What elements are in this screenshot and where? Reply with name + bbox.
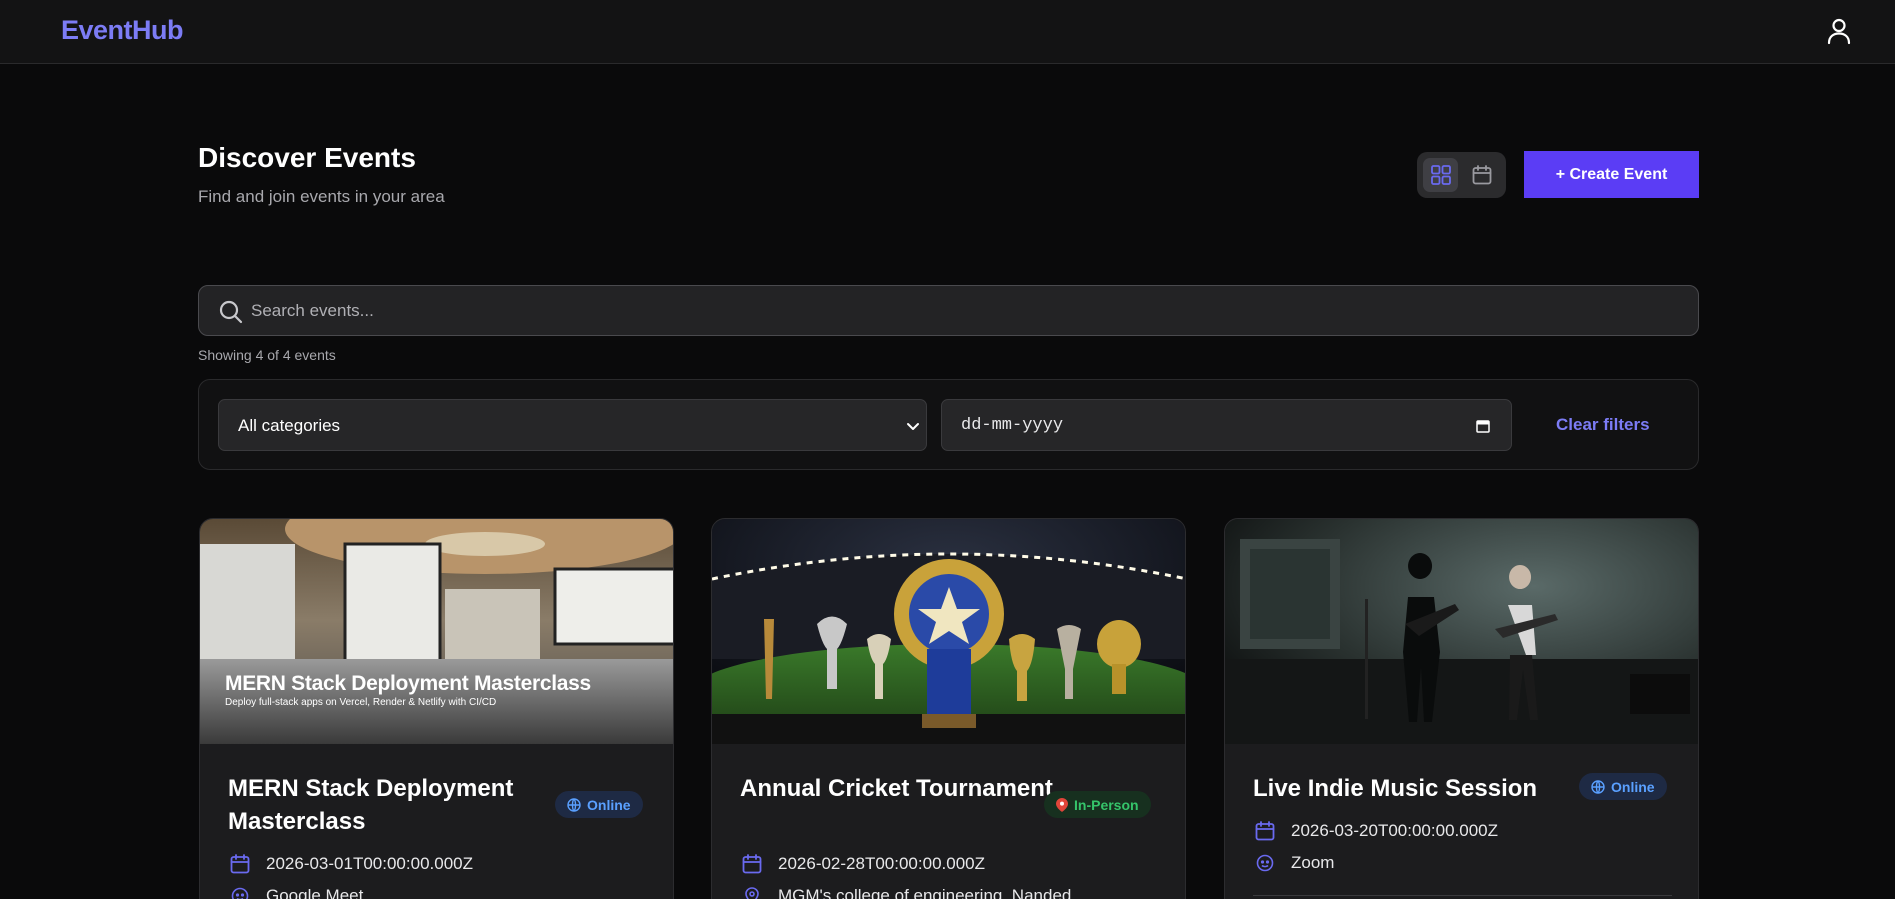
meet-icon [228,884,252,899]
calendar-icon[interactable] [1475,418,1491,434]
view-toggle [1417,152,1506,198]
event-location-row: Zoom [1253,851,1334,875]
date-input-value: dd-mm-yyyy [961,416,1064,435]
clear-filters-link[interactable]: Clear filters [1556,415,1650,435]
page-title: Discover Events [198,142,416,173]
event-date-row: 2026-02-28T00:00:00.000Z [740,852,985,876]
event-date-row: 2026-03-20T00:00:00.000Z [1253,819,1498,843]
globe-icon [567,797,581,812]
event-image-subtitle: Deploy full-stack apps on Vercel, Render… [225,697,497,708]
event-image-title: MERN Stack Deployment Masterclass [225,672,591,695]
event-image: MERN Stack Deployment Masterclass Deploy… [200,519,673,744]
event-type-badge: Online [555,791,643,818]
event-type-badge: In-Person [1044,791,1151,818]
event-date-row: 2026-03-01T00:00:00.000Z [228,852,473,876]
event-image [1225,519,1698,744]
search-icon [219,300,243,324]
map-pin-icon [740,884,764,899]
calendar-icon [228,852,252,876]
badge-label: In-Person [1074,796,1139,813]
chevron-down-icon [907,423,919,430]
event-title: MERN Stack Deployment Masterclass [228,775,514,835]
event-date: 2026-03-20T00:00:00.000Z [1291,821,1498,840]
calendar-icon [740,852,764,876]
page-subtitle: Find and join events in your area [198,187,445,206]
badge-label: Online [1611,778,1655,795]
event-location: Zoom [1291,853,1335,872]
calendar-icon [1472,165,1491,185]
results-count: Showing 4 of 4 events [198,347,336,363]
meet-icon [1253,851,1277,875]
map-pin-icon [1056,797,1068,812]
app-logo[interactable]: EventHub [61,15,184,46]
category-select-value: All categories [238,416,341,435]
top-nav: EventHub [0,0,1895,64]
globe-icon [1591,779,1605,794]
create-event-button[interactable]: + Create Event [1524,151,1699,198]
grid-icon [1430,165,1451,185]
badge-label: Online [587,796,631,813]
event-title: Live Indie Music Session [1253,775,1538,802]
calendar-icon [1253,819,1277,843]
user-profile-icon[interactable] [1824,16,1854,46]
event-date: 2026-02-28T00:00:00.000Z [778,854,985,873]
search-input[interactable] [251,286,1681,335]
event-type-badge: Online [1579,773,1667,800]
calendar-view-button[interactable] [1464,158,1499,192]
event-title: Annual Cricket Tournament [740,775,1053,802]
event-location: MGM's college of engineering, Nanded [778,886,1072,899]
event-card[interactable]: MERN Stack Deployment Masterclass Deploy… [199,518,674,899]
event-card[interactable]: Live Indie Music Session Online 2026-03-… [1224,518,1699,899]
search-bar [198,285,1699,336]
event-card[interactable]: Annual Cricket Tournament In-Person 2026… [711,518,1186,899]
event-location-row: Google Meet [228,884,363,899]
filter-panel: All categories dd-mm-yyyy Clear filters [198,379,1699,470]
event-location: Google Meet [266,886,364,899]
event-image [712,519,1185,744]
date-input[interactable]: dd-mm-yyyy [941,399,1512,451]
event-location-row: MGM's college of engineering, Nanded [740,884,1071,899]
card-divider [1253,895,1672,896]
event-date: 2026-03-01T00:00:00.000Z [266,854,473,873]
grid-view-button[interactable] [1423,158,1458,192]
category-select[interactable]: All categories [218,399,927,451]
